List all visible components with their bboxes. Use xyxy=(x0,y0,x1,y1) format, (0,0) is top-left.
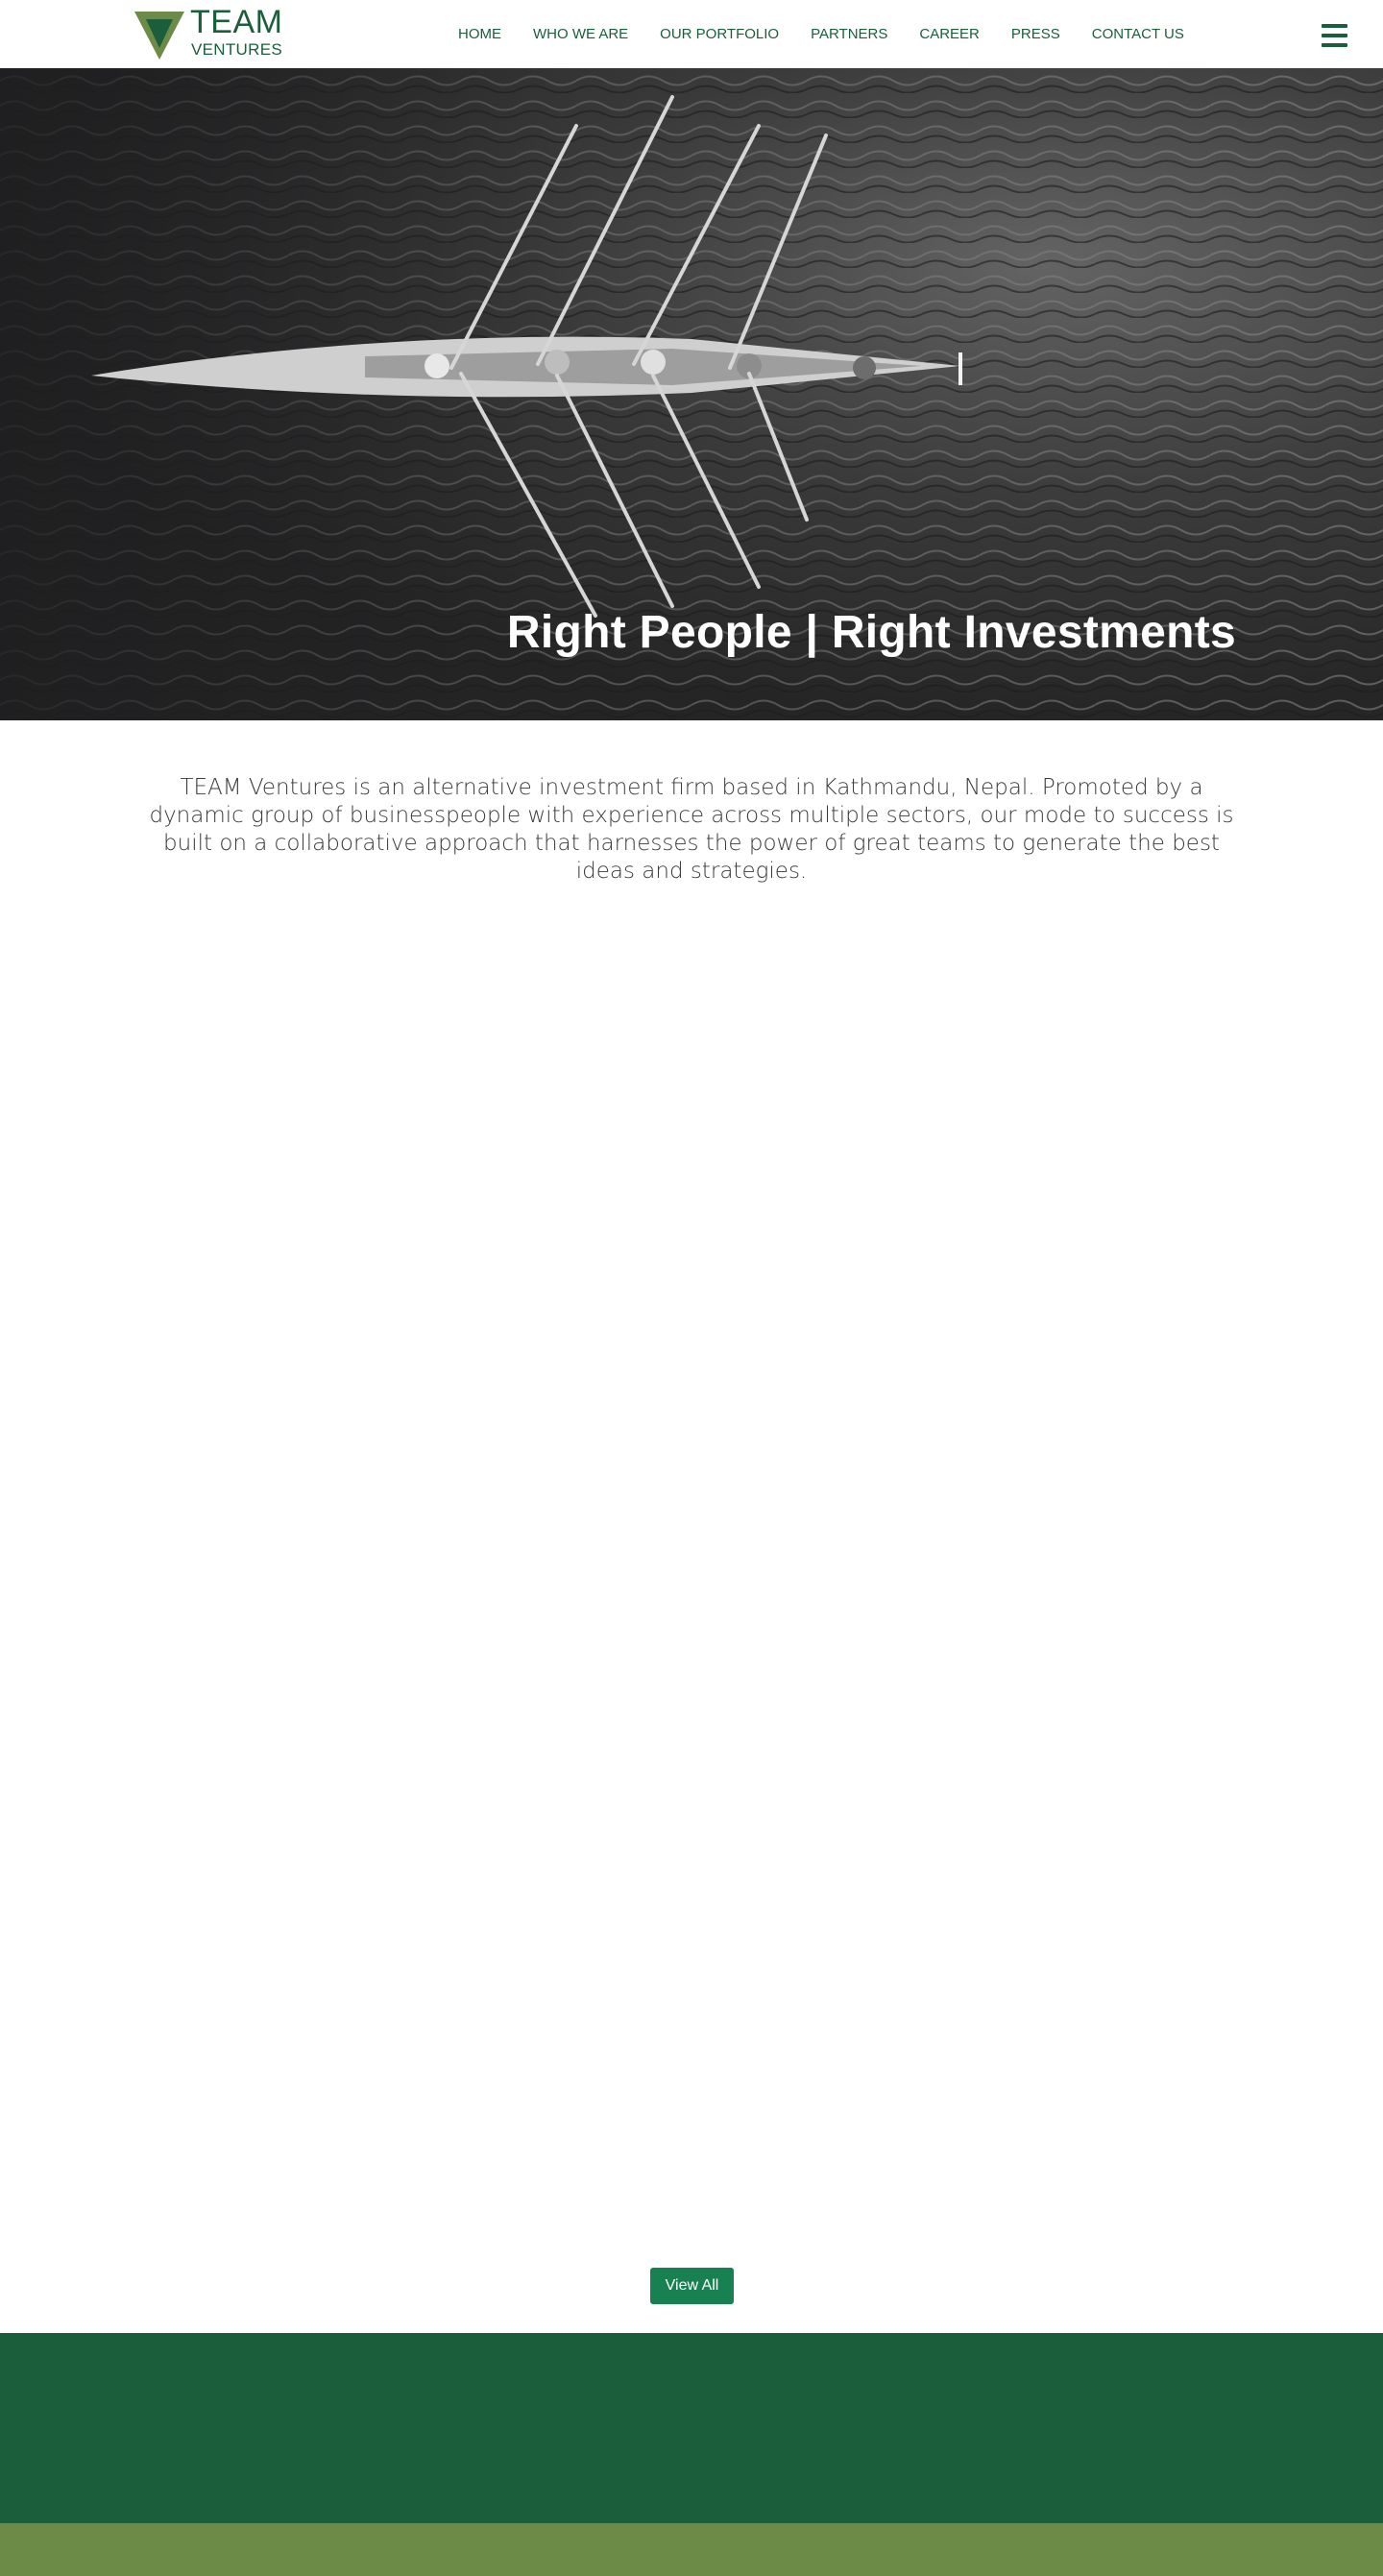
footer-dark-band xyxy=(0,2333,1383,2523)
logo-wordmark-ventures: VENTURES xyxy=(191,40,282,59)
nav-item-contact-us[interactable]: CONTACT US xyxy=(1092,25,1184,44)
page: TEAM VENTURES HOME WHO WE ARE OUR PORTFO… xyxy=(0,0,1383,2576)
hamburger-menu-icon[interactable] xyxy=(1322,24,1347,47)
main-navigation: HOME WHO WE ARE OUR PORTFOLIO PARTNERS C… xyxy=(458,25,1184,44)
site-header: TEAM VENTURES HOME WHO WE ARE OUR PORTFO… xyxy=(0,0,1383,68)
intro-paragraph: TEAM Ventures is an alternative investme… xyxy=(149,775,1234,884)
nav-item-our-portfolio[interactable]: OUR PORTFOLIO xyxy=(660,25,779,44)
view-all-button[interactable]: View All xyxy=(650,2268,734,2304)
logo-wordmark-team: TEAM xyxy=(190,4,283,40)
nav-item-partners[interactable]: PARTNERS xyxy=(811,25,887,44)
hamburger-bar xyxy=(1322,24,1347,28)
nav-item-who-we-are[interactable]: WHO WE ARE xyxy=(533,25,628,44)
hamburger-bar xyxy=(1322,34,1347,37)
hero-title: Right People | Right Investments xyxy=(506,607,1236,658)
nav-item-press[interactable]: PRESS xyxy=(1011,25,1060,44)
hamburger-bar xyxy=(1322,43,1347,47)
logo-v-icon xyxy=(134,12,184,60)
hero-banner: Right People | Right Investments xyxy=(0,68,1383,720)
nav-item-career[interactable]: CAREER xyxy=(919,25,980,44)
footer-light-band xyxy=(0,2523,1383,2576)
nav-item-home[interactable]: HOME xyxy=(458,25,501,44)
